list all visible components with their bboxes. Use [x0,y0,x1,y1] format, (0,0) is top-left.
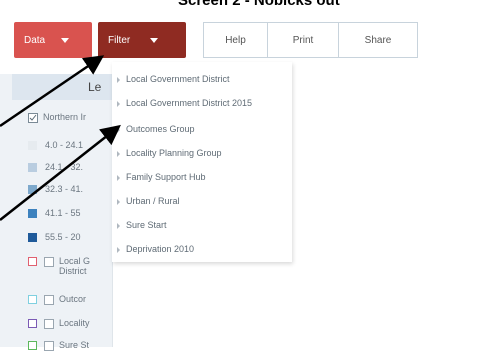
annotation-arrows [0,55,121,221]
annotation-arrow [0,55,105,128]
annotation-arrow [0,124,121,221]
